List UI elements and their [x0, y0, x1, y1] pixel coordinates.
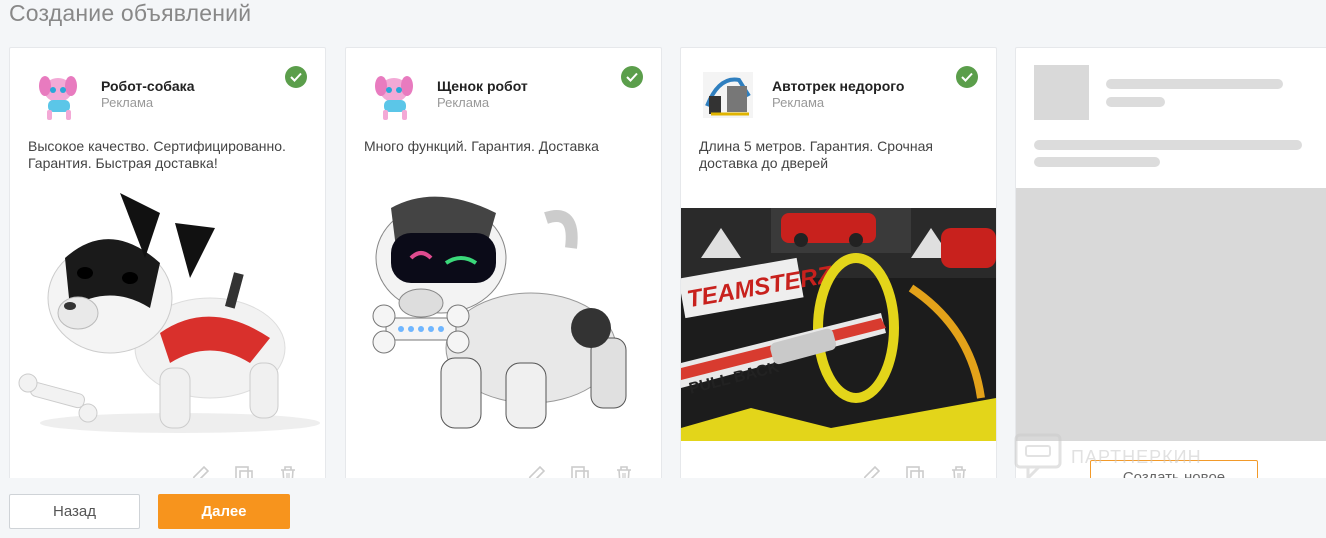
ad-title: Робот-собака: [101, 78, 195, 94]
ad-image: TEAMSTERZ PULL BACK: [681, 188, 996, 441]
watermark: ПАРТНЕРКИН: [1013, 432, 1202, 482]
ad-avatar: [364, 66, 422, 124]
ad-card-robot-puppy[interactable]: Щенок робот Реклама Много функций. Гаран…: [345, 47, 662, 487]
new-ad-placeholder-card: Создать новое: [1015, 47, 1326, 487]
ad-description: Длина 5 метров. Гарантия. Срочная достав…: [699, 138, 933, 171]
ad-image: [10, 188, 325, 441]
placeholder-image: [1016, 188, 1326, 441]
watermark-text: ПАРТНЕРКИН: [1071, 446, 1202, 467]
page-title: Создание объявлений: [9, 0, 252, 26]
next-button[interactable]: Далее: [158, 494, 290, 529]
ad-avatar: [28, 66, 86, 124]
ad-subtitle: Реклама: [772, 95, 825, 110]
ad-title: Автотрек недорого: [772, 78, 905, 94]
placeholder-line: [1106, 79, 1283, 89]
watermark-logo-icon: [1014, 433, 1062, 482]
check-icon: [956, 66, 978, 88]
ad-description: Высокое качество. Сертифицированно. Гара…: [28, 138, 286, 171]
placeholder-line: [1034, 140, 1302, 150]
ad-card-robot-dog[interactable]: Робот-собака Реклама Высокое качество. С…: [9, 47, 326, 487]
placeholder-line: [1034, 157, 1160, 167]
ad-image: [346, 188, 661, 441]
ad-subtitle: Реклама: [437, 95, 490, 110]
back-button[interactable]: Назад: [9, 494, 140, 529]
ad-description: Много функций. Гарантия. Доставка: [364, 138, 599, 154]
placeholder-line: [1106, 97, 1165, 107]
check-icon: [621, 66, 643, 88]
placeholder-avatar: [1034, 65, 1089, 120]
ad-card-car-track[interactable]: Автотрек недорого Реклама Длина 5 метров…: [680, 47, 997, 487]
ad-title: Щенок робот: [437, 78, 528, 94]
ad-subtitle: Реклама: [101, 95, 154, 110]
check-icon: [285, 66, 307, 88]
footer-bar: Назад Далее: [0, 478, 1326, 538]
ad-avatar: [699, 66, 757, 124]
